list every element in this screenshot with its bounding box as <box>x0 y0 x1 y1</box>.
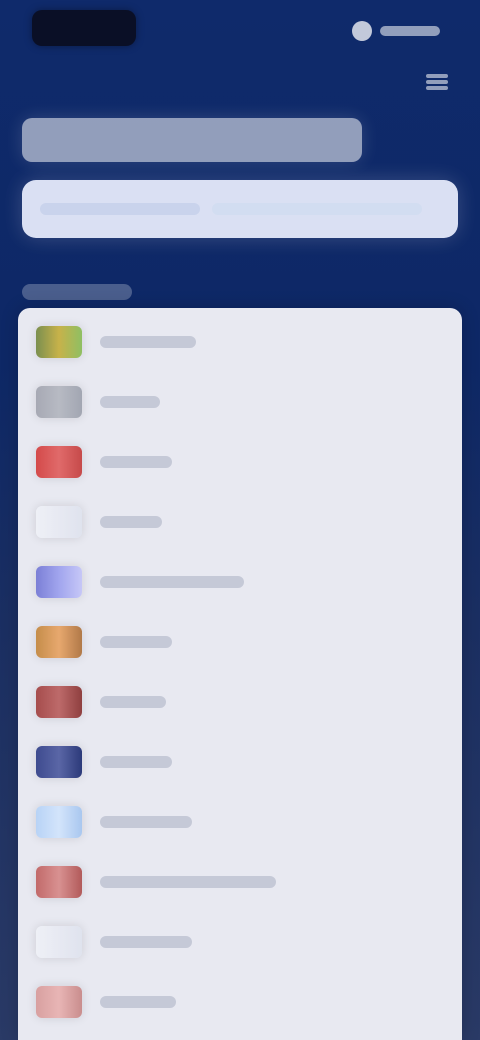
country-list <box>18 308 462 1040</box>
country-name <box>100 396 160 408</box>
globe-icon <box>352 21 372 41</box>
flag-icon <box>36 806 82 838</box>
country-name <box>100 696 166 708</box>
header <box>0 0 480 110</box>
country-list-item[interactable] <box>18 552 462 612</box>
hamburger-menu-icon <box>426 74 448 78</box>
search-input[interactable] <box>22 180 458 238</box>
language-label <box>380 26 440 36</box>
country-list-item[interactable] <box>18 672 462 732</box>
country-list-item[interactable] <box>18 792 462 852</box>
country-list-item[interactable] <box>18 372 462 432</box>
country-list-item[interactable] <box>18 732 462 792</box>
flag-icon <box>36 746 82 778</box>
country-list-item[interactable] <box>18 912 462 972</box>
country-name <box>100 636 172 648</box>
country-list-item[interactable] <box>18 432 462 492</box>
country-name <box>100 336 196 348</box>
flag-icon <box>36 686 82 718</box>
hamburger-menu-icon <box>426 86 448 90</box>
country-name <box>100 576 244 588</box>
language-selector[interactable] <box>352 18 444 44</box>
country-list-item[interactable] <box>18 852 462 912</box>
country-name <box>100 936 192 948</box>
country-name <box>100 756 172 768</box>
country-list-item[interactable] <box>18 972 462 1032</box>
country-list-item[interactable] <box>18 612 462 672</box>
flag-icon <box>36 626 82 658</box>
flag-icon <box>36 506 82 538</box>
country-name <box>100 816 192 828</box>
country-name <box>100 456 172 468</box>
section-label <box>22 284 132 300</box>
flag-icon <box>36 566 82 598</box>
brand-logo-icon <box>32 10 33 11</box>
page-title <box>22 118 362 162</box>
flag-icon <box>36 926 82 958</box>
hamburger-menu-icon <box>426 80 448 84</box>
flag-icon <box>36 446 82 478</box>
country-name <box>100 876 276 888</box>
flag-icon <box>36 866 82 898</box>
flag-icon <box>36 326 82 358</box>
flag-icon <box>36 386 82 418</box>
search-placeholder <box>40 203 200 215</box>
flag-icon <box>36 986 82 1018</box>
brand-logo[interactable] <box>32 10 136 46</box>
country-name <box>100 996 176 1008</box>
search-placeholder-secondary <box>212 203 422 215</box>
hamburger-menu-button[interactable] <box>420 68 454 96</box>
country-list-item[interactable] <box>18 312 462 372</box>
country-list-item[interactable] <box>18 492 462 552</box>
country-name <box>100 516 162 528</box>
